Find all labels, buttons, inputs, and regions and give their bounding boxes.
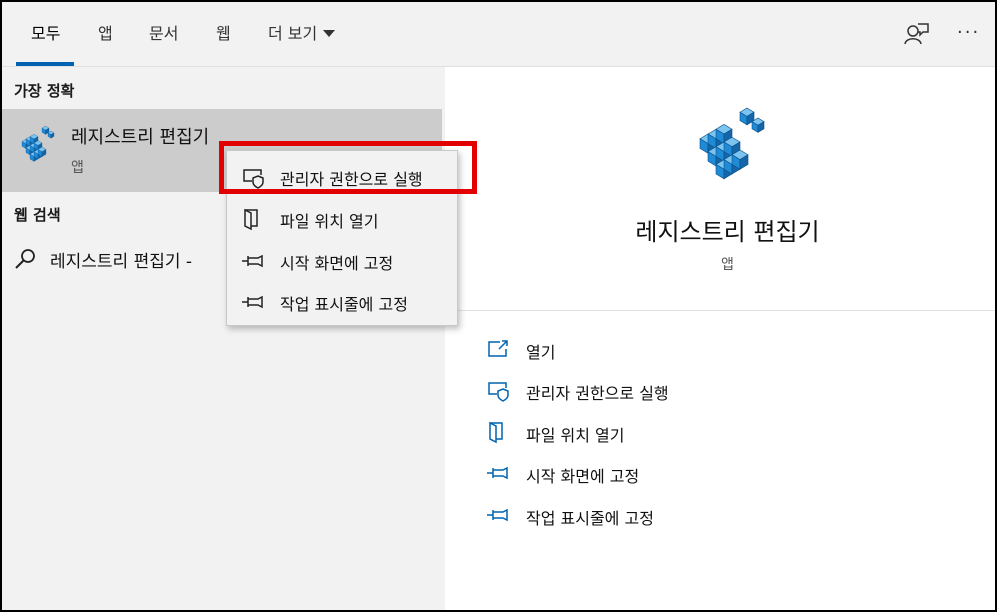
registry-editor-icon	[18, 125, 58, 165]
tab-web[interactable]: 웹	[216, 22, 231, 46]
tab-apps[interactable]: 앱	[98, 22, 113, 46]
best-match-type: 앱	[71, 160, 84, 176]
action-pin-start[interactable]: 시작 화면에 고정	[486, 459, 966, 489]
menu-item-open-file-location-label: 파일 위치 열기	[280, 212, 379, 231]
file-location-icon	[241, 207, 265, 231]
menu-item-open-file-location[interactable]: 파일 위치 열기	[227, 198, 457, 238]
pin-icon	[241, 249, 265, 273]
shield-run-icon	[241, 165, 265, 189]
action-open[interactable]: 열기	[486, 335, 966, 365]
action-run-as-admin-label: 관리자 권한으로 실행	[526, 384, 669, 403]
tab-more[interactable]: 더 보기	[268, 22, 336, 46]
file-location-icon	[486, 420, 510, 444]
best-match-name: 레지스트리 편집기	[71, 127, 210, 148]
action-pin-start-label: 시작 화면에 고정	[526, 467, 640, 486]
context-menu: 관리자 권한으로 실행 파일 위치 열기 시작 화면에 고정 작업 표시줄에 고…	[226, 150, 458, 326]
menu-item-pin-taskbar[interactable]: 작업 표시줄에 고정	[227, 281, 457, 321]
active-tab-indicator	[16, 62, 74, 66]
open-icon	[486, 337, 510, 361]
more-options-icon[interactable]: ···	[957, 22, 980, 43]
action-pin-taskbar-label: 작업 표시줄에 고정	[526, 509, 654, 528]
search-header: 모두 앱 문서 웹 더 보기 ···	[0, 0, 997, 67]
action-open-file-location-label: 파일 위치 열기	[526, 426, 625, 445]
menu-item-run-as-admin-label: 관리자 권한으로 실행	[280, 170, 423, 189]
results-pane: 가장 정확 레지스트리 편집기 앱 웹 검색 레지스트리 편집기 -	[0, 67, 445, 612]
pin-icon	[241, 290, 265, 314]
menu-item-run-as-admin[interactable]: 관리자 권한으로 실행	[227, 156, 457, 196]
details-pane: 레지스트리 편집기 앱 열기 관리자 권한으로 실행 파일 위치 열기 시작 화…	[458, 84, 997, 612]
feedback-person-icon[interactable]	[902, 20, 930, 48]
web-search-query: 레지스트리 편집기 -	[50, 252, 193, 272]
shield-run-icon	[486, 378, 510, 402]
tab-documents[interactable]: 문서	[149, 22, 178, 46]
menu-item-pin-start[interactable]: 시작 화면에 고정	[227, 240, 457, 280]
action-run-as-admin[interactable]: 관리자 권한으로 실행	[486, 376, 966, 406]
web-search-heading: 웹 검색	[14, 206, 61, 224]
app-title: 레지스트리 편집기	[635, 218, 820, 246]
pin-icon	[486, 503, 510, 527]
menu-item-pin-start-label: 시작 화면에 고정	[280, 254, 394, 273]
search-icon	[14, 247, 38, 271]
pin-icon	[486, 461, 510, 485]
registry-editor-icon	[692, 106, 772, 186]
best-match-heading: 가장 정확	[14, 82, 75, 100]
app-type: 앱	[721, 257, 734, 273]
tab-all[interactable]: 모두	[31, 22, 60, 46]
chevron-down-icon	[323, 30, 336, 37]
divider	[458, 310, 997, 311]
action-open-file-location[interactable]: 파일 위치 열기	[486, 418, 966, 448]
tab-more-label: 더 보기	[268, 24, 318, 43]
action-open-label: 열기	[526, 343, 556, 362]
menu-item-pin-taskbar-label: 작업 표시줄에 고정	[280, 295, 408, 314]
action-pin-taskbar[interactable]: 작업 표시줄에 고정	[486, 501, 966, 531]
